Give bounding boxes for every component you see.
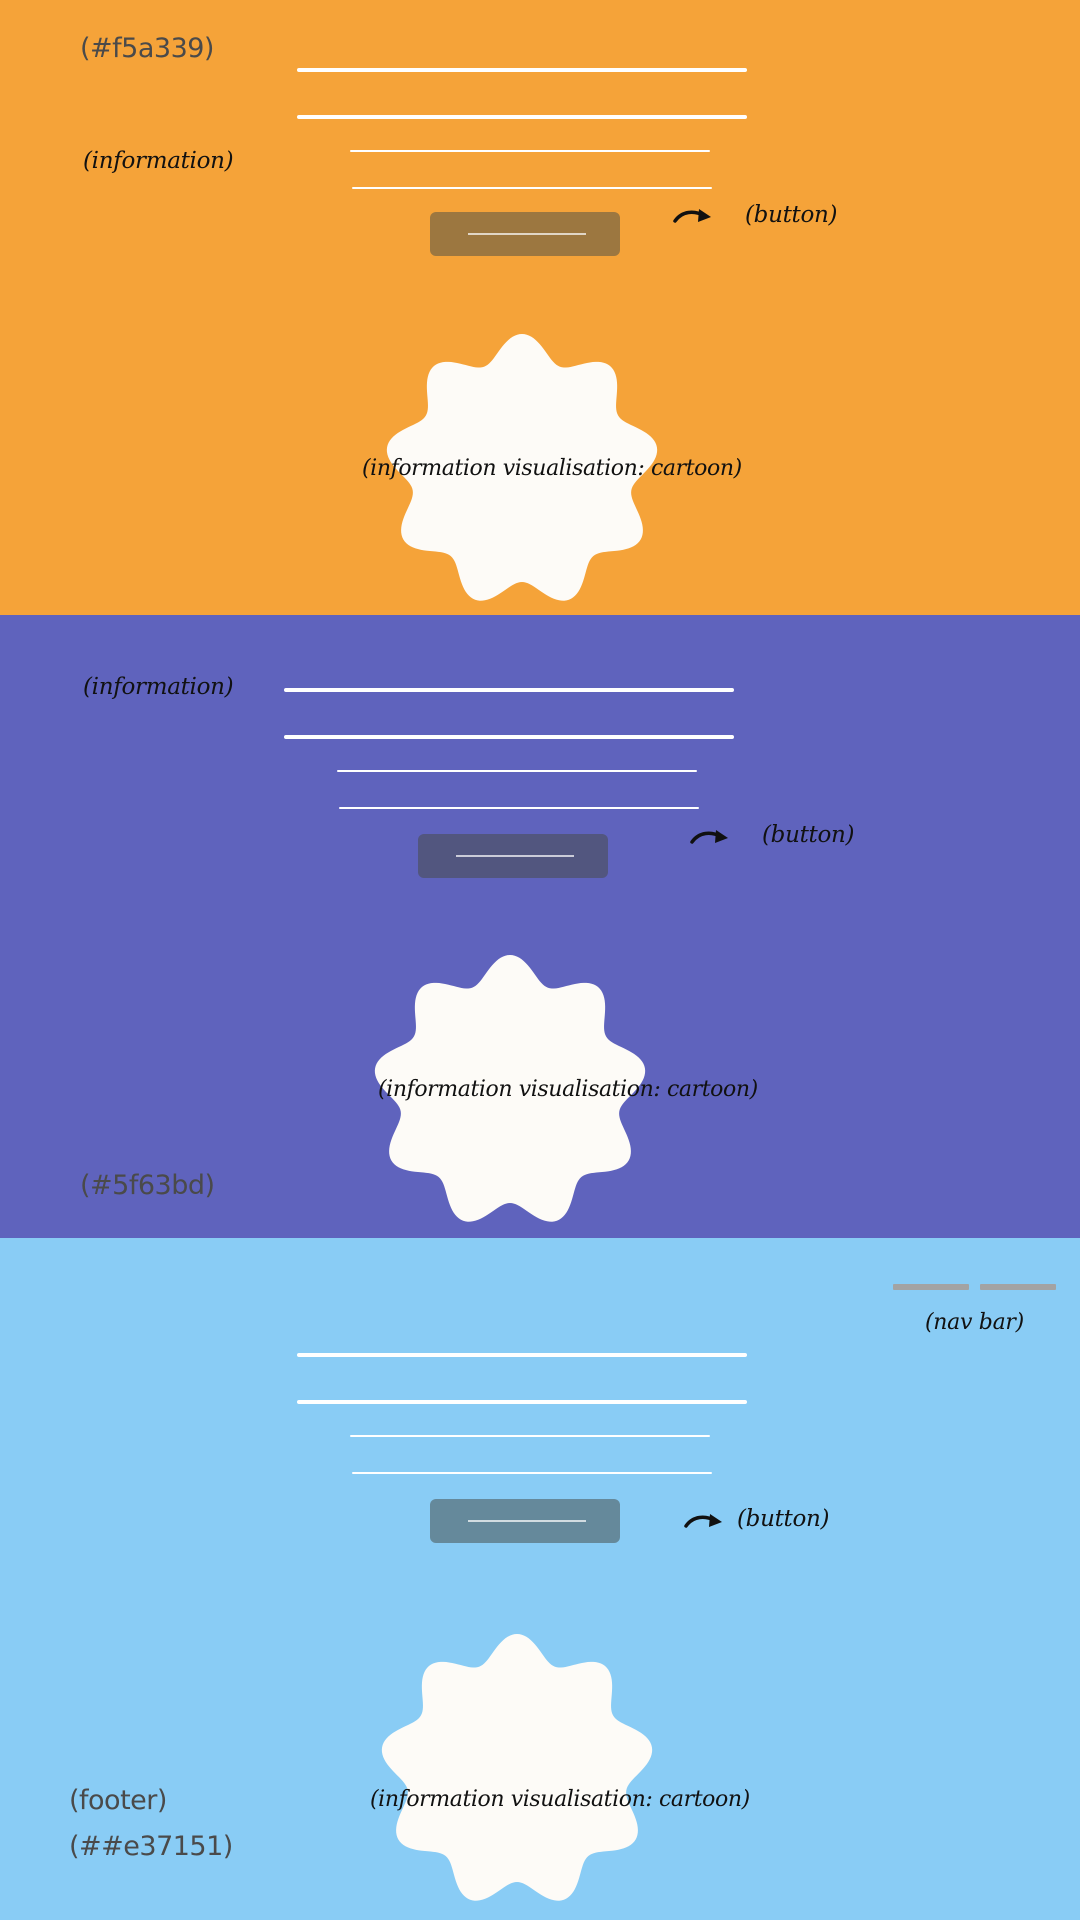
footer-annotation: (footer) [69,1785,167,1816]
nav-bar-annotation: (nav bar) [925,1310,1024,1335]
nav-bar-item[interactable] [980,1284,1056,1290]
body-text-line [350,1435,710,1437]
heading-line [284,688,734,692]
button-label-placeholder [468,1520,586,1522]
cta-button[interactable] [418,834,608,878]
button-label-placeholder [468,233,586,235]
section-light-blue: (nav bar) (button) (information visualis… [0,1238,1080,1920]
visualisation-annotation: (information visualisation: cartoon) [370,1787,750,1812]
information-annotation: (information) [83,674,234,700]
footer-color-label: (##e37151) [69,1831,233,1862]
heading-line [297,1400,747,1404]
body-text-line [350,150,710,152]
body-text-line [337,770,697,772]
section-purple: (information) (button) (information visu… [0,615,1080,1238]
body-text-line [339,807,699,809]
button-annotation: (button) [745,202,838,228]
curved-arrow-right-icon [690,830,728,844]
heading-line [297,1353,747,1357]
nav-bar-item[interactable] [893,1284,969,1290]
curved-arrow-right-icon [673,209,711,223]
button-annotation: (button) [737,1506,830,1532]
section-orange: (#f5a339) (information) (button) (inform… [0,0,1080,615]
visualisation-annotation: (information visualisation: cartoon) [362,456,742,481]
heading-line [297,68,747,72]
scalloped-circle-icon [381,1634,653,1901]
cta-button[interactable] [430,1499,620,1543]
cta-button[interactable] [430,212,620,256]
body-text-line [352,1472,712,1474]
section-color-label: (#f5a339) [80,33,214,64]
heading-line [297,115,747,119]
body-text-line [352,187,712,189]
curved-arrow-right-icon [684,1514,722,1528]
section-color-label: (#5f63bd) [80,1170,215,1201]
button-annotation: (button) [762,822,855,848]
button-label-placeholder [456,855,574,857]
cartoon-badge-shape [381,1634,653,1901]
information-annotation: (information) [83,148,234,174]
visualisation-annotation: (information visualisation: cartoon) [378,1077,758,1102]
heading-line [284,735,734,739]
